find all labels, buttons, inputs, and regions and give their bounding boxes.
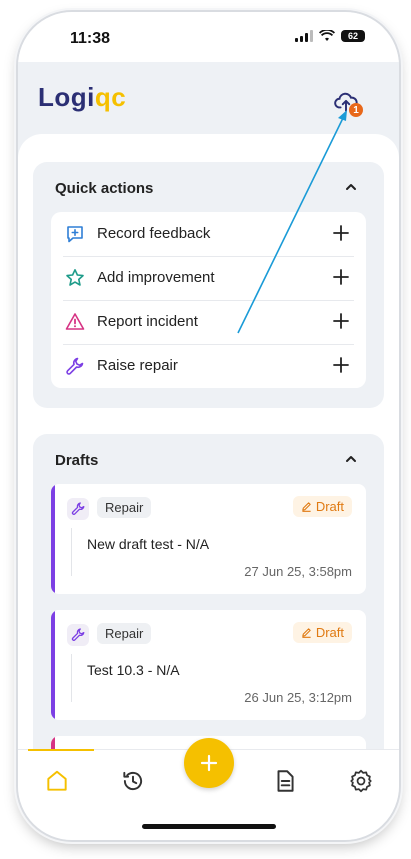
status-icons: 62 <box>295 30 365 42</box>
wrench-icon <box>67 498 89 520</box>
quick-actions-card: Quick actions Record feedback Add improv… <box>33 162 384 408</box>
star-icon <box>66 269 84 286</box>
logiqc-logo: Logiqc <box>38 82 127 112</box>
feedback-icon <box>67 226 83 243</box>
status-bar: 11:38 62 <box>18 12 399 62</box>
home-icon[interactable] <box>44 768 70 794</box>
plus-icon <box>333 313 349 329</box>
pencil-icon <box>302 502 311 512</box>
draft-type-stripe <box>51 484 55 594</box>
drafts-title: Drafts <box>55 452 99 469</box>
wrench-icon <box>67 624 89 646</box>
quick-action-record-feedback[interactable]: Record feedback <box>51 212 366 256</box>
quick-actions-title: Quick actions <box>55 180 154 197</box>
quick-action-raise-repair[interactable]: Raise repair <box>51 344 366 388</box>
draft-card[interactable]: Repair Draft New draft test - N/A 27 Jun… <box>51 484 366 594</box>
add-button[interactable] <box>184 738 234 788</box>
draft-date: 26 Jun 25, 3:12pm <box>244 690 352 705</box>
battery-indicator: 62 <box>341 30 365 42</box>
draft-status-badge: Draft <box>292 496 352 517</box>
draft-date: 27 Jun 25, 3:58pm <box>244 564 352 579</box>
document-icon[interactable] <box>272 768 298 794</box>
quick-action-report-incident[interactable]: Report incident <box>51 300 366 344</box>
draft-type-stripe <box>51 610 55 720</box>
quick-action-label: Raise repair <box>97 357 178 374</box>
draft-title: New draft test - N/A <box>87 536 210 552</box>
draft-status-badge: Draft <box>292 622 352 643</box>
plus-icon <box>333 269 349 285</box>
divider <box>71 654 72 702</box>
draft-card[interactable]: Repair Draft Test 10.3 - N/A 26 Jun 25, … <box>51 610 366 720</box>
draft-type-chip: Repair <box>97 623 152 644</box>
draft-title: Test 10.3 - N/A <box>87 662 180 678</box>
divider <box>71 528 72 576</box>
add-icon <box>200 754 218 772</box>
sync-count-badge: 1 <box>349 103 363 117</box>
app-header: Logiqc 1 <box>18 62 399 134</box>
draft-type-stripe <box>51 736 55 749</box>
drafts-card: Drafts Repair Draft New draft test - N/A… <box>33 434 384 749</box>
wrench-icon <box>66 357 84 375</box>
settings-icon[interactable] <box>348 768 374 794</box>
history-icon[interactable] <box>120 768 146 794</box>
sync-button[interactable]: 1 <box>333 89 363 117</box>
collapse-chevron-icon[interactable] <box>344 180 358 194</box>
plus-icon <box>333 225 349 241</box>
warning-icon <box>65 313 85 330</box>
wifi-icon <box>319 30 335 41</box>
quick-actions-list: Record feedback Add improvement Report i… <box>51 212 366 388</box>
phone-frame: 11:38 62 Logiqc 1 Quick actions Record f… <box>18 12 399 840</box>
main-content[interactable]: Quick actions Record feedback Add improv… <box>18 134 399 749</box>
status-time: 11:38 <box>70 30 111 47</box>
quick-action-label: Record feedback <box>97 225 211 242</box>
active-tab-indicator <box>28 749 94 751</box>
cellular-signal-icon <box>295 30 313 42</box>
home-indicator <box>142 824 276 829</box>
collapse-chevron-icon[interactable] <box>344 452 358 466</box>
quick-action-label: Add improvement <box>97 269 215 286</box>
pencil-icon <box>302 628 311 638</box>
draft-type-chip: Repair <box>97 497 152 518</box>
quick-action-add-improvement[interactable]: Add improvement <box>51 256 366 300</box>
quick-action-label: Report incident <box>97 313 198 330</box>
plus-icon <box>333 357 349 373</box>
